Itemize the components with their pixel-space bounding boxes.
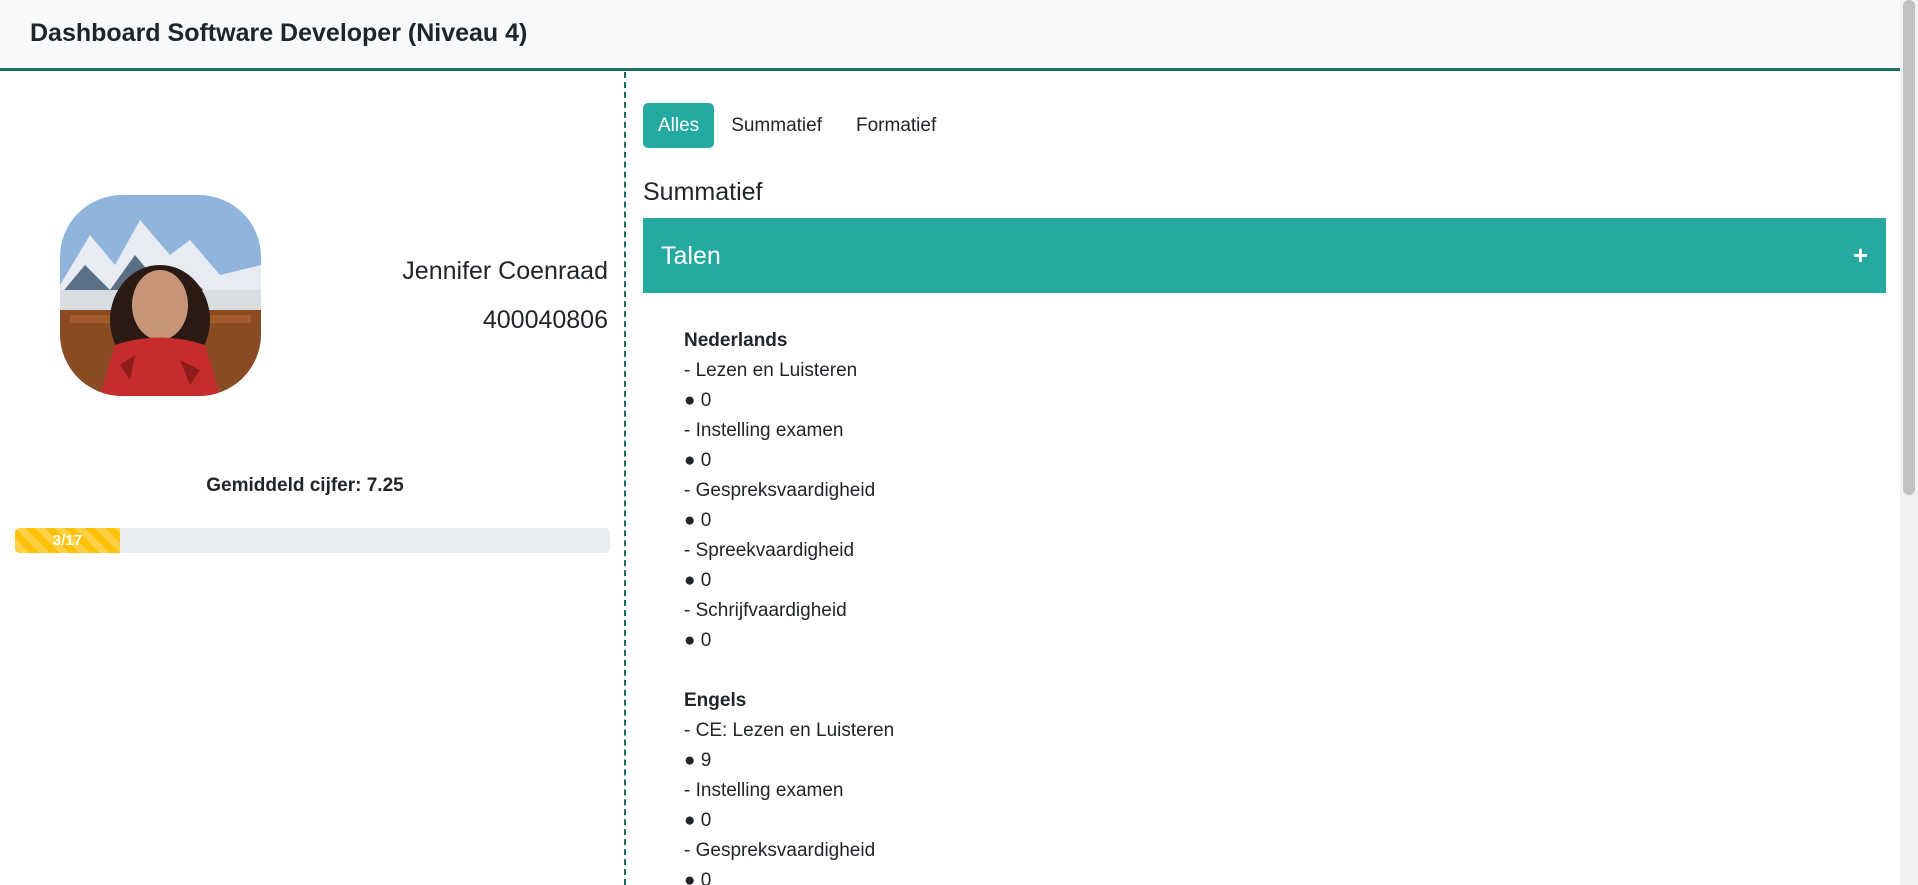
scrollbar-thumb[interactable] — [1903, 0, 1915, 495]
grade-value: ● 9 — [684, 750, 712, 771]
student-name: Jennifer Coenraad — [402, 257, 608, 285]
subject-list: Nederlands - Lezen en Luisteren ● 0 - In… — [684, 326, 894, 885]
list-item: - Instelling examen — [684, 780, 844, 801]
filter-tabs: Alles Summatief Formatief — [643, 103, 953, 148]
section-title: Summatief — [643, 178, 763, 206]
list-item: - Schrijfvaardigheid — [684, 600, 847, 621]
grade-value: ● 0 — [684, 390, 712, 411]
subject-engels: Engels - CE: Lezen en Luisteren ● 9 - In… — [684, 686, 894, 885]
accordion-title: Talen — [661, 242, 721, 270]
average-grade: Gemiddeld cijfer: 7.25 — [206, 475, 404, 496]
grade-value: ● 0 — [684, 450, 712, 471]
student-panel: Jennifer Coenraad 400040806 Gemiddeld ci… — [0, 72, 626, 885]
grade-value: ● 0 — [684, 570, 712, 591]
tab-alles[interactable]: Alles — [643, 103, 715, 148]
student-number: 400040806 — [482, 306, 608, 334]
progress-bar: 3/17 — [15, 528, 121, 553]
tab-formatief[interactable]: Formatief — [839, 103, 953, 148]
progress-track: 3/17 — [15, 528, 610, 553]
page-title: Dashboard Software Developer (Niveau 4) — [30, 19, 528, 47]
list-item: - Lezen en Luisteren — [684, 360, 858, 381]
subject-name: Engels — [684, 690, 747, 711]
plus-icon[interactable]: + — [1853, 240, 1868, 271]
grade-value: ● 0 — [684, 810, 712, 831]
grade-value: ● 0 — [684, 630, 712, 651]
avatar — [60, 195, 261, 396]
list-item: - Instelling examen — [684, 420, 844, 441]
grade-value: ● 0 — [684, 870, 712, 885]
list-item: - Gespreksvaardigheid — [684, 480, 876, 501]
list-item: - Spreekvaardigheid — [684, 540, 855, 561]
tab-summatief[interactable]: Summatief — [714, 103, 839, 148]
accordion-talen[interactable]: Talen + — [643, 218, 1886, 293]
subject-name: Nederlands — [684, 330, 788, 351]
list-item: - CE: Lezen en Luisteren — [684, 720, 895, 741]
grade-value: ● 0 — [684, 510, 712, 531]
list-item: - Gespreksvaardigheid — [684, 840, 876, 861]
results-panel: Alles Summatief Formatief Summatief Tale… — [628, 72, 1900, 885]
top-navbar: Dashboard Software Developer (Niveau 4) — [0, 0, 1900, 71]
subject-nederlands: Nederlands - Lezen en Luisteren ● 0 - In… — [684, 326, 894, 656]
page-scrollbar[interactable] — [1900, 0, 1918, 885]
student-photo — [60, 195, 261, 396]
